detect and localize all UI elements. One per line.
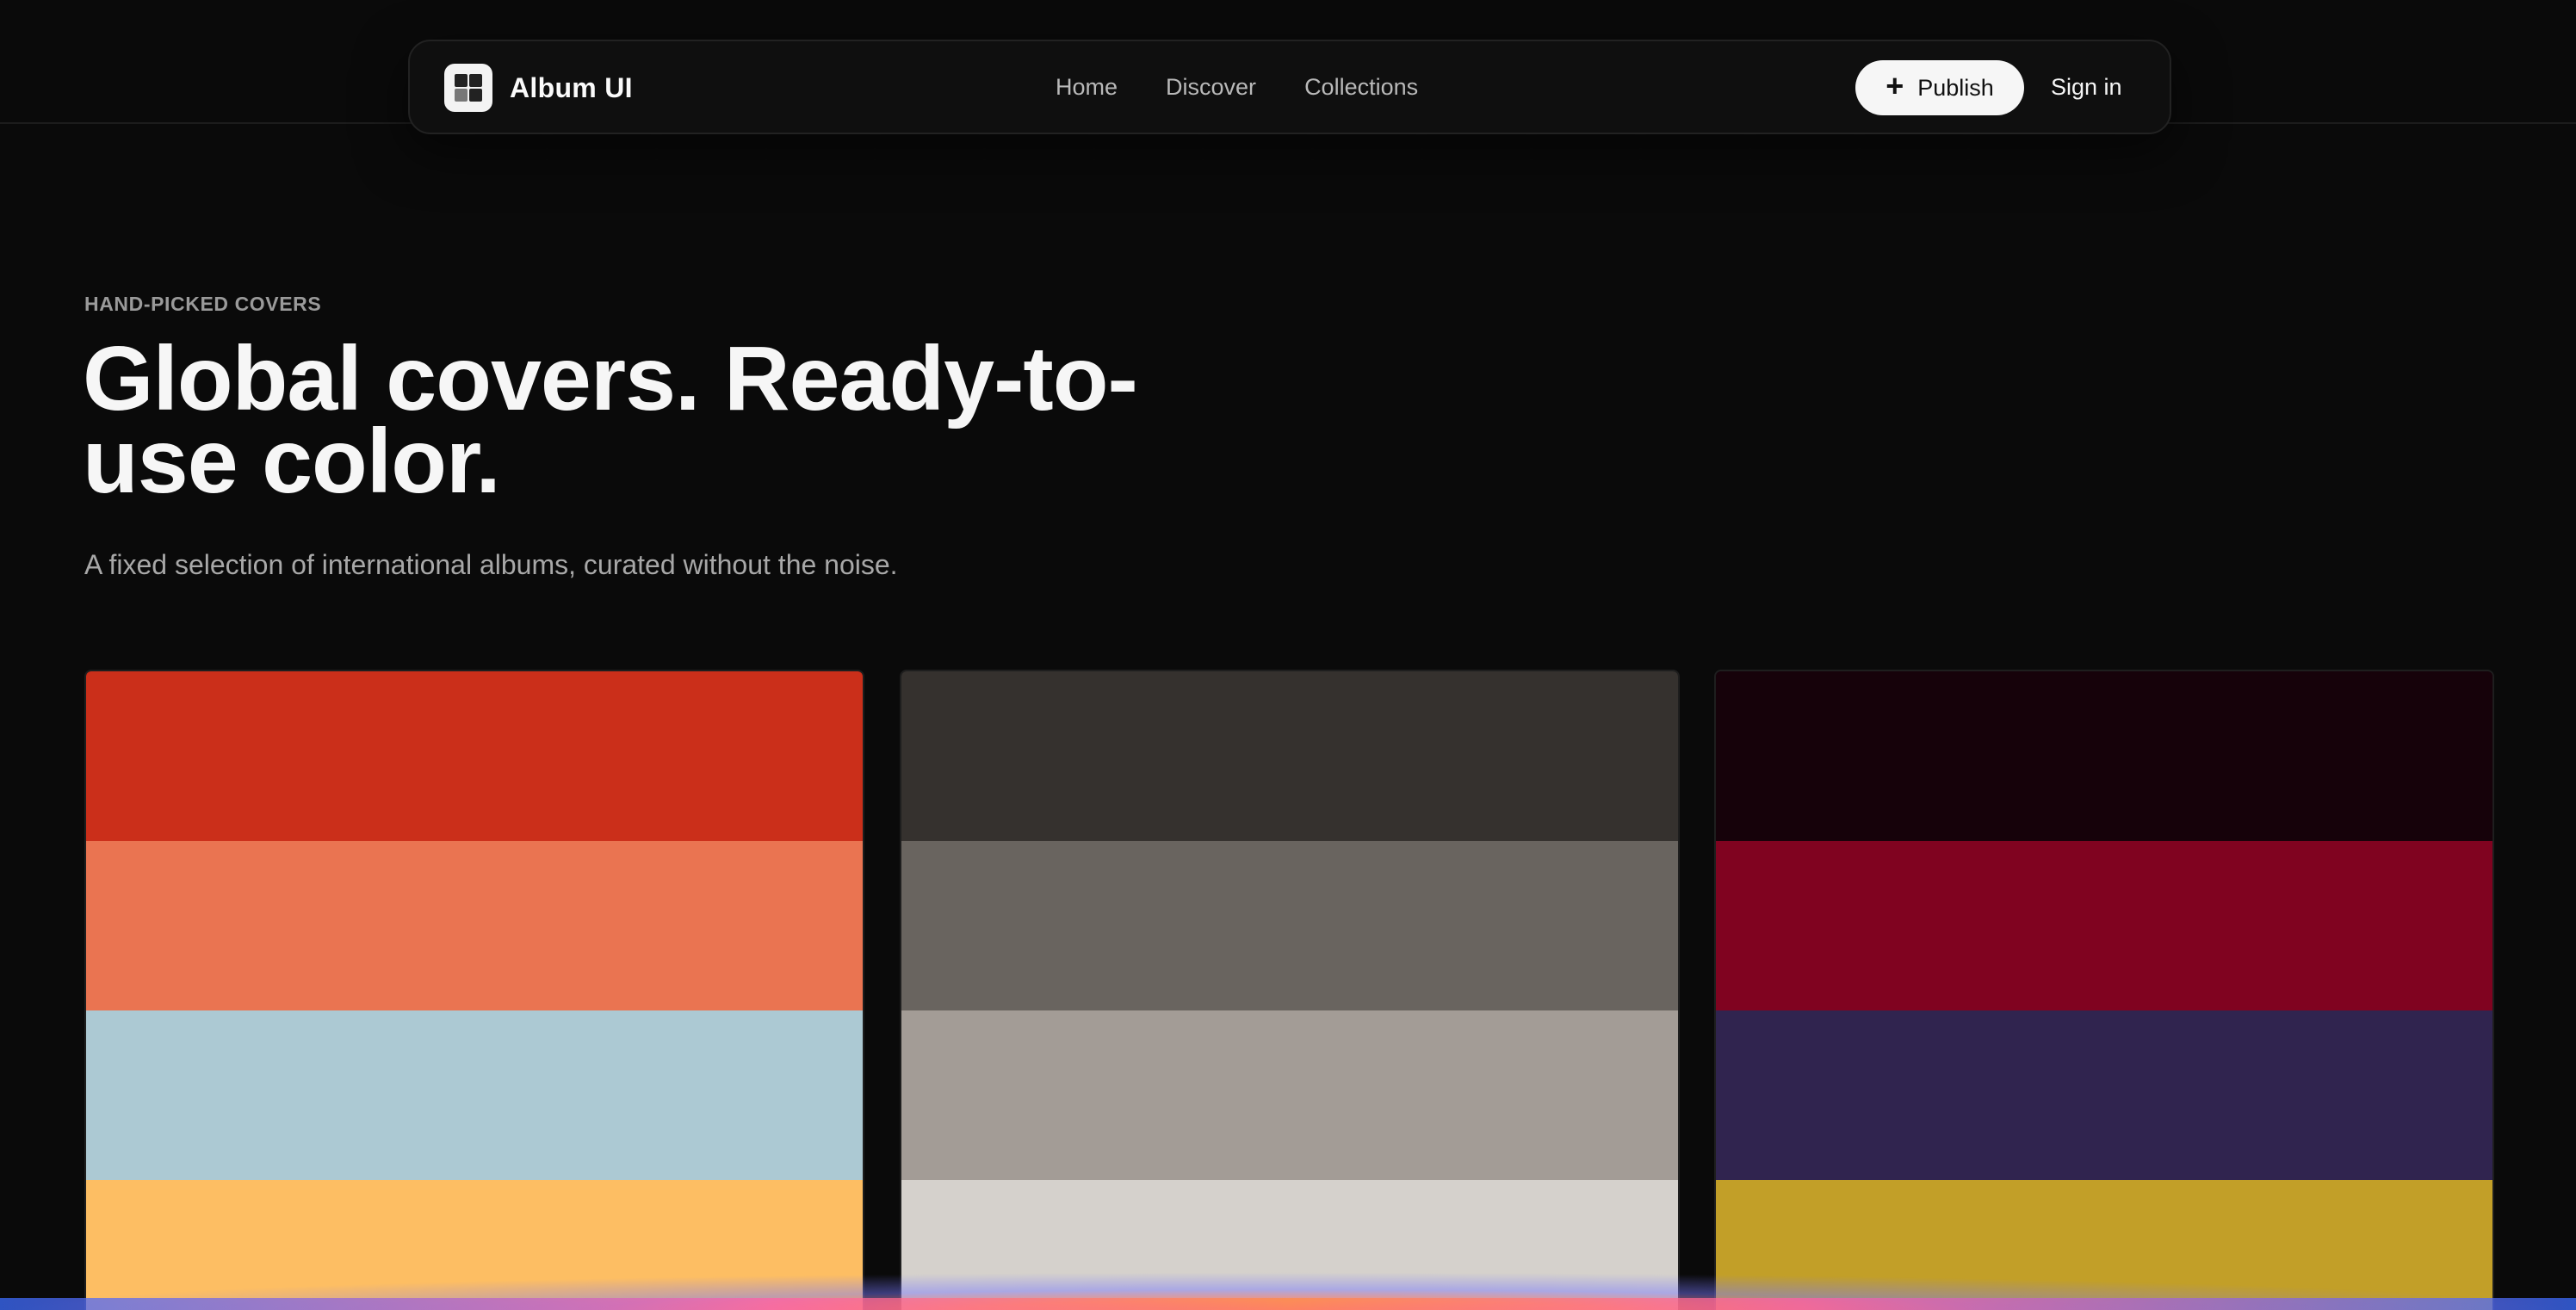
color-swatch <box>901 671 1678 841</box>
plus-icon: + <box>1886 68 1904 103</box>
page: Album UI Home Discover Collections + Pub… <box>0 0 2576 1310</box>
album-cover-card[interactable] <box>1714 670 2494 1310</box>
brand-name: Album UI <box>510 71 633 103</box>
album-cover-card[interactable] <box>900 670 1680 1310</box>
album-cover-card[interactable] <box>84 670 864 1310</box>
publish-button[interactable]: + Publish <box>1855 60 2024 115</box>
nav-home-link[interactable]: Home <box>1056 74 1118 101</box>
color-swatch <box>1716 671 2492 841</box>
hero-eyebrow: HAND-PICKED COVERS <box>84 293 322 315</box>
nav-collections-link[interactable]: Collections <box>1304 74 1418 101</box>
hero-title: Global covers. Ready-to-use color. <box>83 328 1138 512</box>
top-navbar: Album UI Home Discover Collections + Pub… <box>408 40 2171 134</box>
color-swatch <box>1716 1010 2492 1180</box>
publish-label: Publish <box>1917 74 1994 101</box>
sign-in-link[interactable]: Sign in <box>2051 41 2122 133</box>
color-swatch <box>1716 841 2492 1010</box>
hero-subtitle: A fixed selection of international album… <box>84 549 898 580</box>
nav-discover-link[interactable]: Discover <box>1166 74 1256 101</box>
color-swatch <box>86 841 863 1010</box>
color-swatch <box>86 671 863 841</box>
color-swatch <box>901 1010 1678 1180</box>
brand-logo[interactable]: Album UI <box>444 64 633 112</box>
color-swatch <box>86 1010 863 1180</box>
bottom-glow-line <box>0 1298 2576 1310</box>
app-logo-icon <box>444 64 492 112</box>
nav-links: Home Discover Collections <box>1056 41 1466 133</box>
color-swatch <box>901 841 1678 1010</box>
